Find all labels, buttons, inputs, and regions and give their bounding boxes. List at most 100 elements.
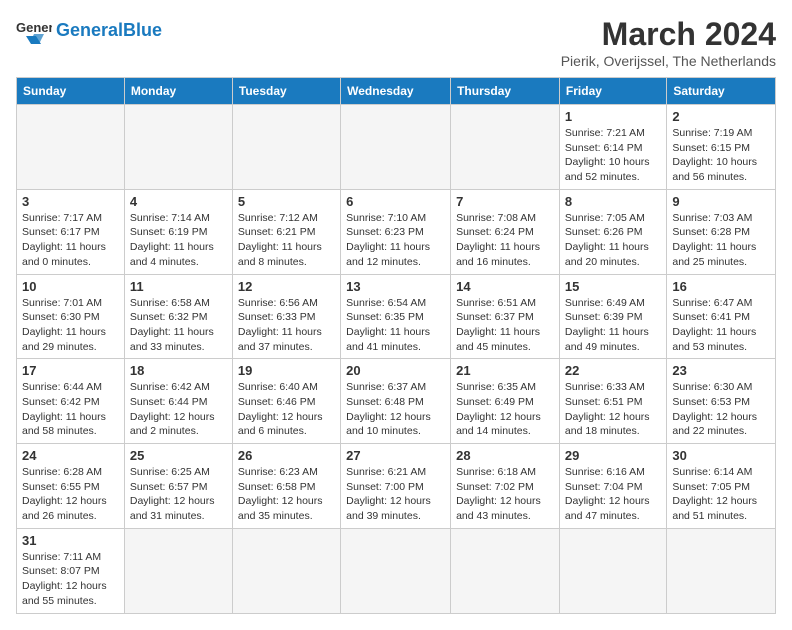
col-thursday: Thursday [451,78,560,105]
table-row: 19 Sunrise: 6:40 AM Sunset: 6:46 PM Dayli… [232,359,340,444]
table-row: 4 Sunrise: 7:14 AM Sunset: 6:19 PM Daylig… [124,189,232,274]
day-number: 16 [672,279,770,294]
table-row: 7 Sunrise: 7:08 AM Sunset: 6:24 PM Daylig… [451,189,560,274]
day-number: 13 [346,279,445,294]
day-info: Sunrise: 6:33 AM Sunset: 6:51 PM Dayligh… [565,380,661,439]
table-row: 26 Sunrise: 6:23 AM Sunset: 6:58 PM Dayli… [232,444,340,529]
calendar-week-row: 10 Sunrise: 7:01 AM Sunset: 6:30 PM Dayli… [17,274,776,359]
table-row: 25 Sunrise: 6:25 AM Sunset: 6:57 PM Dayli… [124,444,232,529]
table-row: 3Sunrise: 7:17 AM Sunset: 6:17 PM Daylig… [17,189,125,274]
col-saturday: Saturday [667,78,776,105]
table-row: 31 Sunrise: 7:11 AM Sunset: 8:07 PM Dayli… [17,528,125,613]
table-row [559,528,666,613]
location-subtitle: Pierik, Overijssel, The Netherlands [561,53,776,69]
calendar-week-row: 3Sunrise: 7:17 AM Sunset: 6:17 PM Daylig… [17,189,776,274]
day-number: 14 [456,279,554,294]
calendar-week-row: 1Sunrise: 7:21 AM Sunset: 6:14 PM Daylig… [17,105,776,190]
table-row [451,528,560,613]
day-info: Sunrise: 6:30 AM Sunset: 6:53 PM Dayligh… [672,380,770,439]
svg-text:General: General [16,20,52,35]
table-row: 30Sunrise: 6:14 AM Sunset: 7:05 PM Dayli… [667,444,776,529]
col-monday: Monday [124,78,232,105]
day-info: Sunrise: 7:11 AM Sunset: 8:07 PM Dayligh… [22,550,119,609]
day-number: 10 [22,279,119,294]
col-sunday: Sunday [17,78,125,105]
table-row [667,528,776,613]
day-number: 8 [565,194,661,209]
table-row: 8Sunrise: 7:05 AM Sunset: 6:26 PM Daylig… [559,189,666,274]
day-number: 1 [565,109,661,124]
day-info: Sunrise: 7:12 AM Sunset: 6:21 PM Dayligh… [238,211,335,270]
table-row: 10 Sunrise: 7:01 AM Sunset: 6:30 PM Dayli… [17,274,125,359]
day-info: Sunrise: 6:23 AM Sunset: 6:58 PM Dayligh… [238,465,335,524]
calendar-week-row: 24Sunrise: 6:28 AM Sunset: 6:55 PM Dayli… [17,444,776,529]
day-info: Sunrise: 6:44 AM Sunset: 6:42 PM Dayligh… [22,380,119,439]
day-number: 12 [238,279,335,294]
calendar-header-row: Sunday Monday Tuesday Wednesday Thursday… [17,78,776,105]
day-number: 15 [565,279,661,294]
table-row [451,105,560,190]
day-info: Sunrise: 7:10 AM Sunset: 6:23 PM Dayligh… [346,211,445,270]
day-number: 30 [672,448,770,463]
day-number: 4 [130,194,227,209]
day-info: Sunrise: 6:40 AM Sunset: 6:46 PM Dayligh… [238,380,335,439]
generalblue-logo-icon: General [16,16,52,46]
day-number: 5 [238,194,335,209]
col-wednesday: Wednesday [341,78,451,105]
table-row [17,105,125,190]
day-number: 22 [565,363,661,378]
table-row [124,105,232,190]
table-row [232,105,340,190]
calendar-week-row: 31 Sunrise: 7:11 AM Sunset: 8:07 PM Dayli… [17,528,776,613]
day-info: Sunrise: 7:14 AM Sunset: 6:19 PM Dayligh… [130,211,227,270]
day-number: 2 [672,109,770,124]
day-number: 24 [22,448,119,463]
day-info: Sunrise: 6:47 AM Sunset: 6:41 PM Dayligh… [672,296,770,355]
table-row: 17 Sunrise: 6:44 AM Sunset: 6:42 PM Dayli… [17,359,125,444]
table-row [124,528,232,613]
table-row [341,105,451,190]
day-number: 28 [456,448,554,463]
table-row: 27Sunrise: 6:21 AM Sunset: 7:00 PM Dayli… [341,444,451,529]
day-info: Sunrise: 7:17 AM Sunset: 6:17 PM Dayligh… [22,211,119,270]
day-info: Sunrise: 6:49 AM Sunset: 6:39 PM Dayligh… [565,296,661,355]
day-number: 9 [672,194,770,209]
day-info: Sunrise: 6:51 AM Sunset: 6:37 PM Dayligh… [456,296,554,355]
table-row: 28 Sunrise: 6:18 AM Sunset: 7:02 PM Dayli… [451,444,560,529]
day-info: Sunrise: 6:42 AM Sunset: 6:44 PM Dayligh… [130,380,227,439]
day-number: 19 [238,363,335,378]
day-info: Sunrise: 6:25 AM Sunset: 6:57 PM Dayligh… [130,465,227,524]
title-area: March 2024 Pierik, Overijssel, The Nethe… [561,16,776,69]
table-row: 23 Sunrise: 6:30 AM Sunset: 6:53 PM Dayli… [667,359,776,444]
calendar-week-row: 17 Sunrise: 6:44 AM Sunset: 6:42 PM Dayli… [17,359,776,444]
day-number: 27 [346,448,445,463]
day-info: Sunrise: 7:08 AM Sunset: 6:24 PM Dayligh… [456,211,554,270]
month-title: March 2024 [561,16,776,53]
day-info: Sunrise: 7:03 AM Sunset: 6:28 PM Dayligh… [672,211,770,270]
day-number: 31 [22,533,119,548]
day-info: Sunrise: 7:01 AM Sunset: 6:30 PM Dayligh… [22,296,119,355]
table-row: 15 Sunrise: 6:49 AM Sunset: 6:39 PM Dayli… [559,274,666,359]
day-info: Sunrise: 6:16 AM Sunset: 7:04 PM Dayligh… [565,465,661,524]
table-row: 21Sunrise: 6:35 AM Sunset: 6:49 PM Dayli… [451,359,560,444]
table-row [232,528,340,613]
table-row: 12 Sunrise: 6:56 AM Sunset: 6:33 PM Dayli… [232,274,340,359]
day-number: 11 [130,279,227,294]
header: General GeneralBlue March 2024 Pierik, O… [16,16,776,69]
day-number: 25 [130,448,227,463]
col-tuesday: Tuesday [232,78,340,105]
table-row: 16 Sunrise: 6:47 AM Sunset: 6:41 PM Dayli… [667,274,776,359]
day-info: Sunrise: 6:18 AM Sunset: 7:02 PM Dayligh… [456,465,554,524]
day-number: 7 [456,194,554,209]
day-number: 17 [22,363,119,378]
day-info: Sunrise: 6:56 AM Sunset: 6:33 PM Dayligh… [238,296,335,355]
table-row [341,528,451,613]
calendar-table: Sunday Monday Tuesday Wednesday Thursday… [16,77,776,614]
table-row: 14 Sunrise: 6:51 AM Sunset: 6:37 PM Dayli… [451,274,560,359]
table-row: 11Sunrise: 6:58 AM Sunset: 6:32 PM Dayli… [124,274,232,359]
day-number: 23 [672,363,770,378]
table-row: 13Sunrise: 6:54 AM Sunset: 6:35 PM Dayli… [341,274,451,359]
logo: General GeneralBlue [16,16,162,46]
day-info: Sunrise: 6:37 AM Sunset: 6:48 PM Dayligh… [346,380,445,439]
day-number: 26 [238,448,335,463]
